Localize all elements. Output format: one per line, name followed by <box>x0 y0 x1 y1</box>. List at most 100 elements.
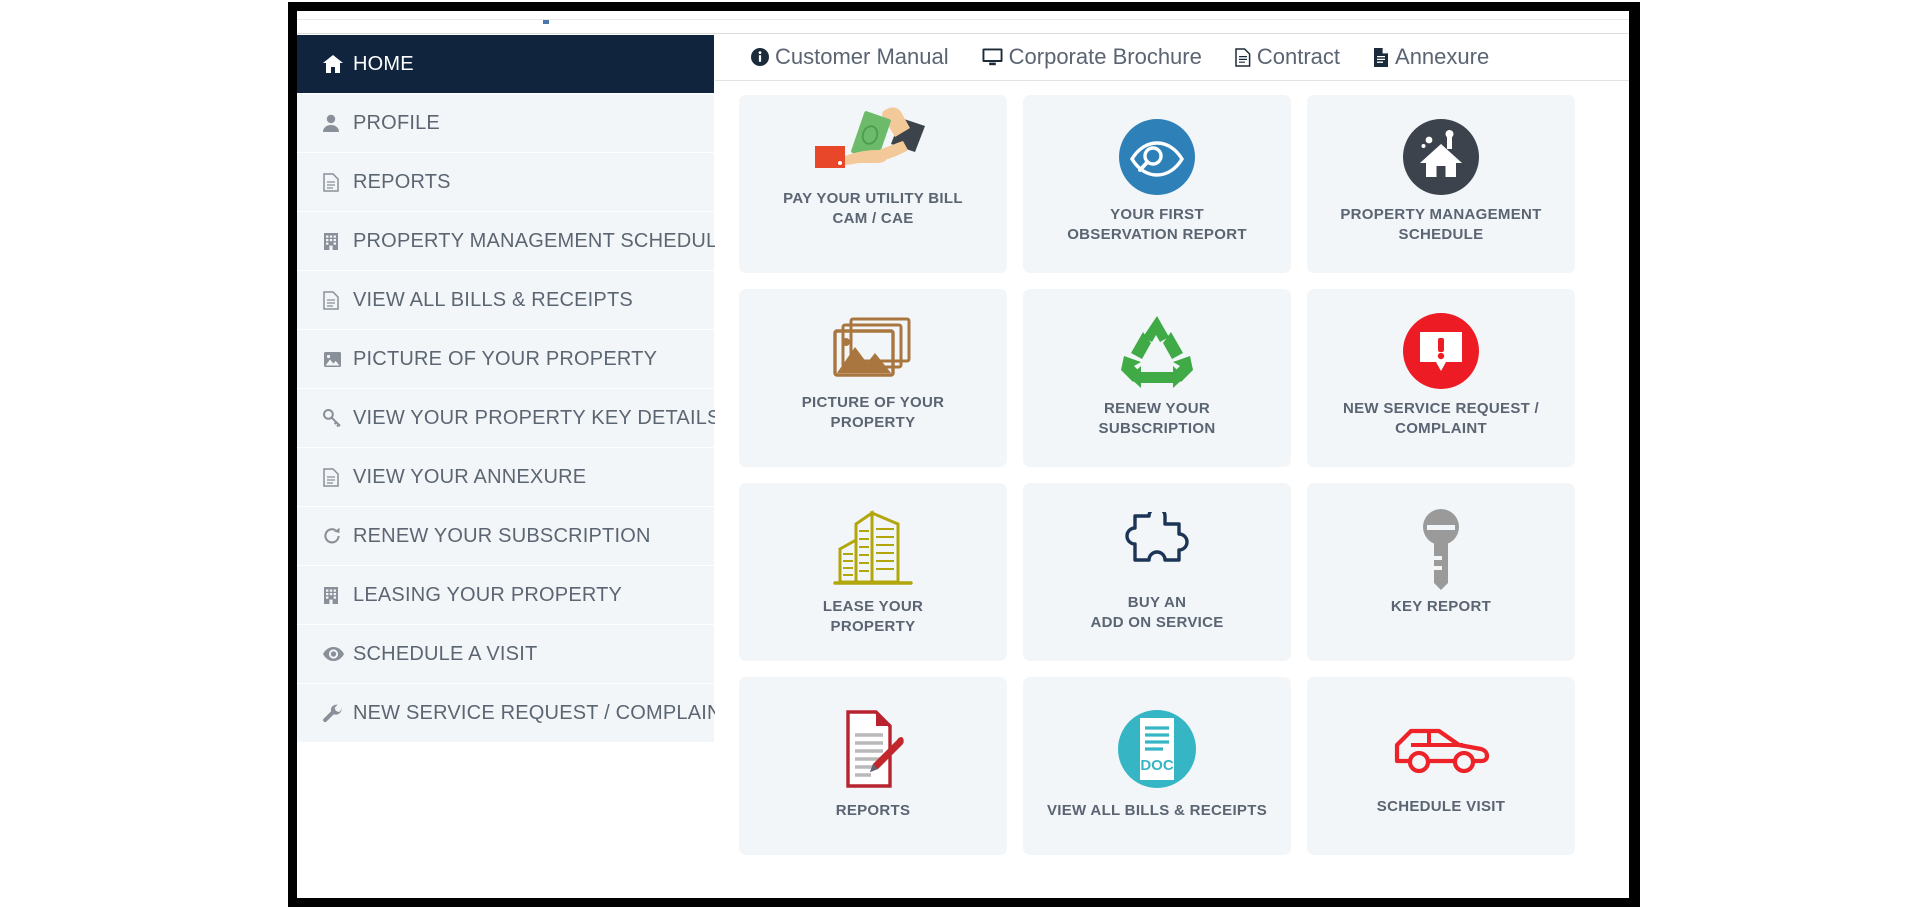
top-navigation-bar: Customer Manual Corporate Brochure Contrac… <box>715 34 1629 81</box>
nav-link-corporate-brochure[interactable]: Corporate Brochure <box>982 44 1202 70</box>
tile-label: BUY AN ADD ON SERVICE <box>1084 593 1229 634</box>
sidebar-item-label: PROFILE <box>353 111 440 134</box>
tile-label: REPORTS <box>830 801 917 821</box>
sidebar-item-view-all-bills-receipts[interactable]: VIEW ALL BILLS & RECEIPTS <box>297 271 714 330</box>
key-icon <box>323 408 353 428</box>
user-icon <box>323 114 353 132</box>
hand-cash-icon <box>809 103 937 189</box>
tile-label-line1: PROPERTY MANAGEMENT <box>1340 206 1542 223</box>
tile-property-management-schedule[interactable]: PROPERTY MANAGEMENT SCHEDULE <box>1307 95 1575 273</box>
file-text-icon <box>323 290 353 310</box>
file-icon <box>1235 47 1251 67</box>
tile-pay-your-utility-bill-cam-cae[interactable]: PAY YOUR UTILITY BILL CAM / CAE <box>739 95 1007 273</box>
file-text-icon <box>323 467 353 487</box>
tile-view-all-bills-receipts[interactable]: DOC VIEW ALL BILLS & RECEIPTS <box>1023 677 1291 855</box>
tile-buy-an-add-on-service[interactable]: BUY AN ADD ON SERVICE <box>1023 483 1291 661</box>
tile-label: PICTURE OF YOUR PROPERTY <box>796 393 951 434</box>
tile-label: SCHEDULE VISIT <box>1371 797 1511 817</box>
house-circle-icon <box>1403 109 1479 205</box>
tile-label-line2: CAM / CAE <box>832 210 914 228</box>
sidebar-item-label: PICTURE OF YOUR PROPERTY <box>353 347 658 370</box>
tile-schedule-visit[interactable]: SCHEDULE VISIT <box>1307 677 1575 855</box>
tile-label-line2: SCHEDULE <box>1398 226 1484 244</box>
window-inner: HOME PROFILE REPORTS PROPERTY MANAGEMENT SC… <box>297 11 1629 898</box>
nav-link-label: Annexure <box>1395 44 1490 69</box>
browser-window-frame: HOME PROFILE REPORTS PROPERTY MANAGEMENT SC… <box>288 2 1640 907</box>
sidebar-item-label: VIEW YOUR PROPERTY KEY DETAILS <box>353 406 721 429</box>
file-text-icon <box>323 172 353 192</box>
tile-label-line1: RENEW YOUR <box>1103 400 1211 417</box>
sidebar-item-label: SCHEDULE A VISIT <box>353 642 538 665</box>
tile-label-line1: NEW SERVICE REQUEST / <box>1342 400 1540 417</box>
tile-label: YOUR FIRST OBSERVATION REPORT <box>1061 205 1253 246</box>
sidebar-item-label: LEASING YOUR PROPERTY <box>353 583 623 606</box>
tile-new-service-request-complaint[interactable]: NEW SERVICE REQUEST / COMPLAINT <box>1307 289 1575 467</box>
tile-label-line2: PROPERTY <box>830 618 916 636</box>
sidebar-item-home[interactable]: HOME <box>297 35 714 94</box>
top-divider-upper <box>297 19 1629 20</box>
sidebar-item-label: NEW SERVICE REQUEST / COMPLAINT <box>353 701 735 724</box>
tile-label-line2: ADD ON SERVICE <box>1090 614 1224 632</box>
tile-label-line2: PROPERTY <box>830 414 916 432</box>
image-icon <box>323 351 353 368</box>
tile-label-line1: BUY AN <box>1127 594 1187 611</box>
sidebar-item-label: HOME <box>353 52 414 75</box>
sidebar-item-schedule-a-visit[interactable]: SCHEDULE A VISIT <box>297 625 714 684</box>
tile-label: KEY REPORT <box>1385 597 1497 617</box>
tile-label-line2: COMPLAINT <box>1395 420 1487 438</box>
app-root: HOME PROFILE REPORTS PROPERTY MANAGEMENT SC… <box>0 0 1920 909</box>
tile-label-line1: SCHEDULE VISIT <box>1376 798 1506 815</box>
building-icon <box>323 232 353 251</box>
dashboard-tile-grid: PAY YOUR UTILITY BILL CAM / CAE YOUR FIRST… <box>715 81 1629 855</box>
info-circle-icon <box>751 48 769 66</box>
sidebar-item-view-your-annexure[interactable]: VIEW YOUR ANNEXURE <box>297 448 714 507</box>
tile-lease-your-property[interactable]: LEASE YOUR PROPERTY <box>739 483 1007 661</box>
building-icon <box>323 586 353 605</box>
tile-label-line1: VIEW ALL BILLS & RECEIPTS <box>1046 802 1267 819</box>
eye-icon <box>323 647 353 661</box>
sidebar-item-label: RENEW YOUR SUBSCRIPTION <box>353 524 651 547</box>
tile-label: LEASE YOUR PROPERTY <box>817 597 929 638</box>
nav-link-customer-manual[interactable]: Customer Manual <box>751 44 949 70</box>
sidebar-item-new-service-request-complaint[interactable]: NEW SERVICE REQUEST / COMPLAINT <box>297 684 734 743</box>
tile-renew-your-subscription[interactable]: RENEW YOUR SUBSCRIPTION <box>1023 289 1291 467</box>
tile-label-line1: PICTURE OF YOUR <box>801 394 945 411</box>
wrench-icon <box>323 704 353 723</box>
recycle-icon <box>1119 303 1195 399</box>
refresh-icon <box>323 527 353 545</box>
photo-stack-icon <box>833 303 913 393</box>
tile-label: PROPERTY MANAGEMENT SCHEDULE <box>1334 205 1547 246</box>
car-icon <box>1389 701 1493 797</box>
buildings-icon <box>832 497 914 597</box>
nav-link-label: Corporate Brochure <box>1008 44 1202 69</box>
tile-reports[interactable]: REPORTS <box>739 677 1007 855</box>
tile-label: PAY YOUR UTILITY BILL CAM / CAE <box>777 189 969 230</box>
puzzle-piece-icon <box>1121 497 1193 593</box>
file-bold-icon <box>1373 47 1389 67</box>
sidebar-item-view-your-property-key-details[interactable]: VIEW YOUR PROPERTY KEY DETAILS <box>297 389 720 448</box>
sidebar-item-property-management-schedule[interactable]: PROPERTY MANAGEMENT SCHEDULE <box>297 212 731 271</box>
doc-circle-icon: DOC <box>1118 697 1196 801</box>
tile-label-line1: LEASE YOUR <box>822 598 924 615</box>
sidebar-item-picture-of-your-property[interactable]: PICTURE OF YOUR PROPERTY <box>297 330 714 389</box>
key-solid-icon <box>1419 501 1463 597</box>
nav-link-contract[interactable]: Contract <box>1235 44 1340 70</box>
page-marker-dot <box>543 20 549 24</box>
sidebar-item-profile[interactable]: PROFILE <box>297 94 714 153</box>
tile-label-line1: YOUR FIRST <box>1110 206 1204 223</box>
sidebar-item-label: PROPERTY MANAGEMENT SCHEDULE <box>353 229 731 252</box>
tile-picture-of-your-property[interactable]: PICTURE OF YOUR PROPERTY <box>739 289 1007 467</box>
tile-your-first-observation-report[interactable]: YOUR FIRST OBSERVATION REPORT <box>1023 95 1291 273</box>
nav-link-label: Customer Manual <box>775 44 949 69</box>
nav-link-label: Contract <box>1256 44 1341 69</box>
nav-link-annexure[interactable]: Annexure <box>1373 44 1489 70</box>
desktop-icon <box>982 48 1003 66</box>
svg-text:DOC: DOC <box>1140 757 1174 774</box>
sidebar-item-leasing-your-property[interactable]: LEASING YOUR PROPERTY <box>297 566 714 625</box>
tile-label: VIEW ALL BILLS & RECEIPTS <box>1041 801 1273 821</box>
sidebar-item-reports[interactable]: REPORTS <box>297 153 714 212</box>
tile-label-line1: REPORTS <box>835 802 911 819</box>
tile-label: RENEW YOUR SUBSCRIPTION <box>1093 399 1222 440</box>
tile-key-report[interactable]: KEY REPORT <box>1307 483 1575 661</box>
sidebar-item-renew-your-subscription[interactable]: RENEW YOUR SUBSCRIPTION <box>297 507 714 566</box>
